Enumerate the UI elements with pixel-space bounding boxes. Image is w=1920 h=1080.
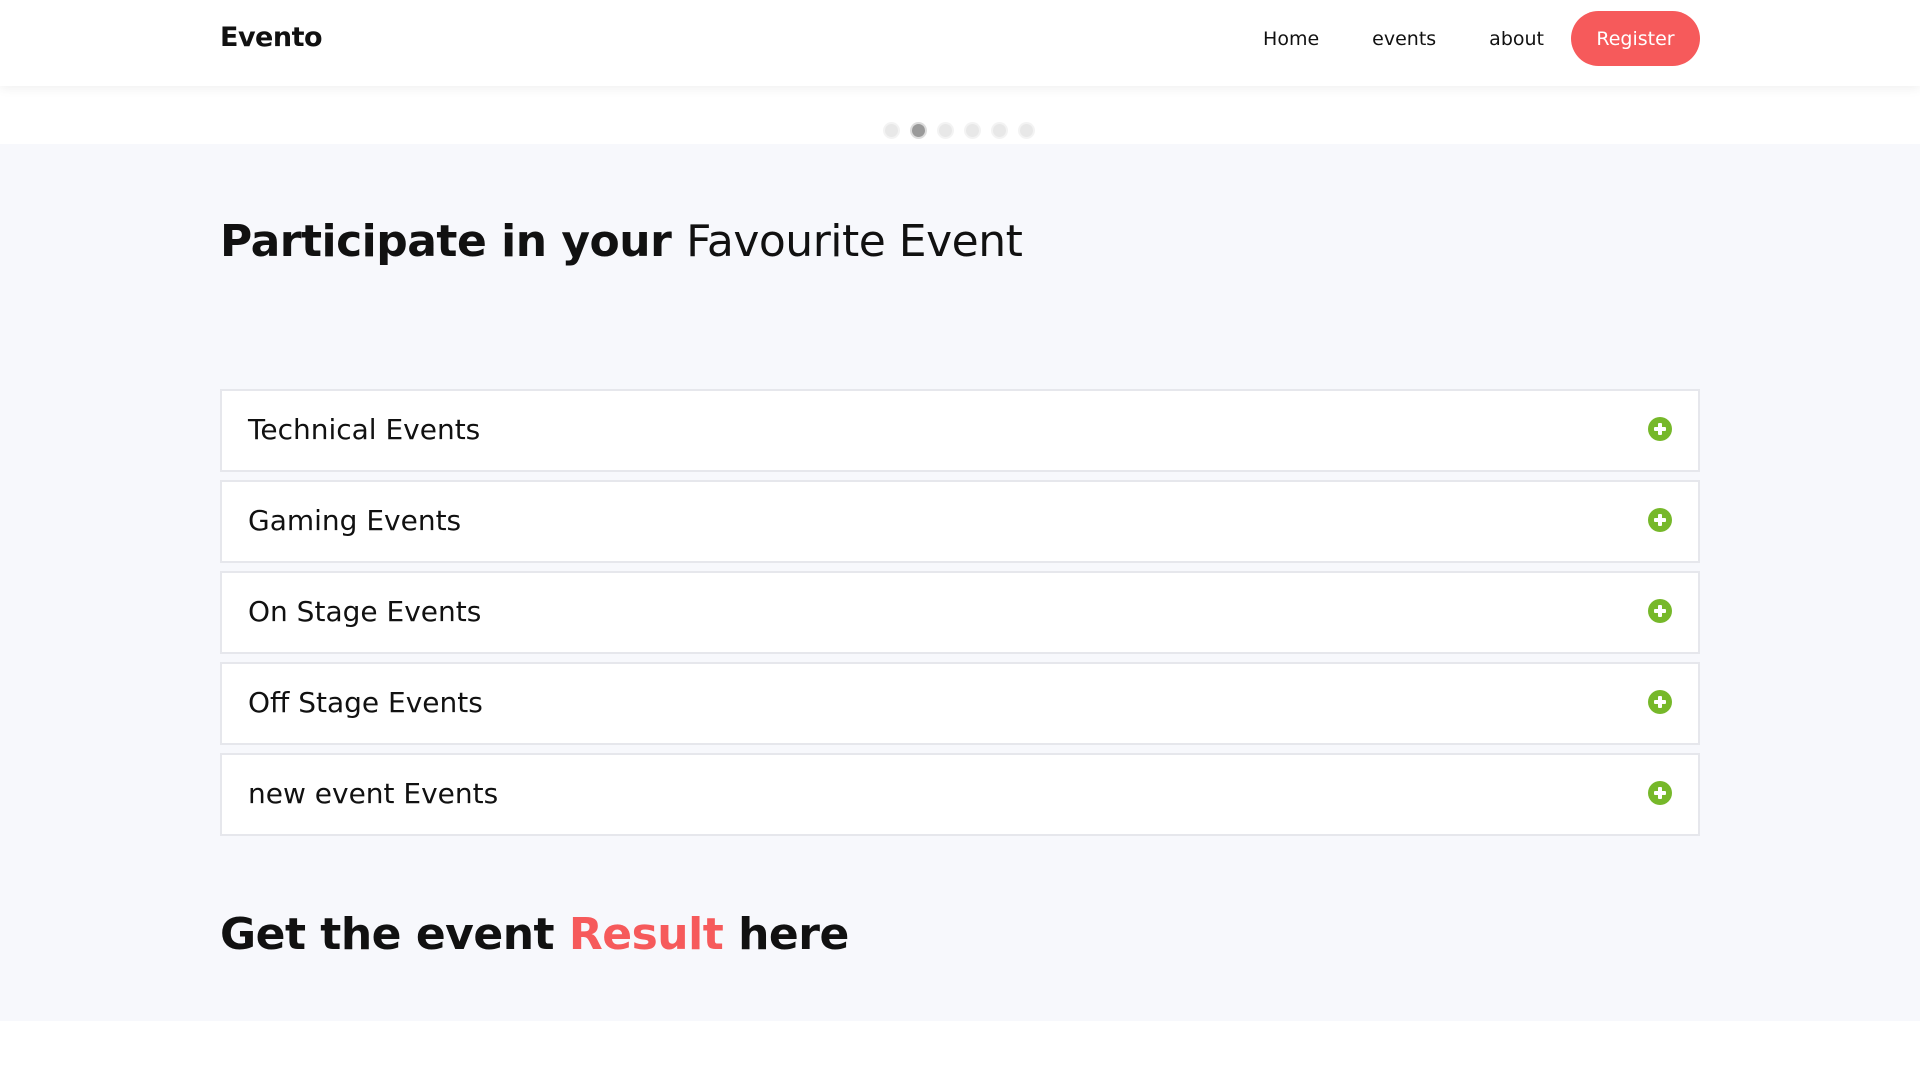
carousel-dot[interactable] (883, 122, 900, 139)
result-heading: Get the event Result here (220, 909, 849, 960)
accordion-item-gaming[interactable]: Gaming Events (220, 480, 1700, 563)
accordion-item-label: Off Stage Events (248, 686, 483, 719)
plus-circle-icon[interactable] (1648, 508, 1672, 532)
plus-circle-icon[interactable] (1648, 690, 1672, 714)
carousel-dot[interactable] (991, 122, 1008, 139)
nav-link-about[interactable]: about (1489, 28, 1544, 50)
heading-light-text: Favourite Event (686, 216, 1023, 267)
carousel-dots (883, 122, 1045, 139)
result-prefix: Get the event (220, 909, 555, 960)
accordion-item-technical[interactable]: Technical Events (220, 389, 1700, 472)
result-suffix: here (738, 909, 849, 960)
nav-link-events[interactable]: events (1372, 28, 1436, 50)
plus-circle-icon[interactable] (1648, 781, 1672, 805)
carousel-dot-active[interactable] (910, 122, 927, 139)
accordion-item-off-stage[interactable]: Off Stage Events (220, 662, 1700, 745)
carousel-dot[interactable] (1018, 122, 1035, 139)
register-button[interactable]: Register (1571, 11, 1700, 66)
nav-link-home[interactable]: Home (1263, 28, 1319, 50)
carousel-dot[interactable] (964, 122, 981, 139)
accordion-item-on-stage[interactable]: On Stage Events (220, 571, 1700, 654)
accordion-item-label: Technical Events (248, 413, 481, 446)
nav-links: Home events about Register (1263, 11, 1700, 66)
result-highlight: Result (568, 909, 724, 960)
section-heading: Participate in your Favourite Event (220, 216, 1023, 267)
events-accordion: Technical Events Gaming Events On Stage … (220, 389, 1700, 844)
accordion-item-label: On Stage Events (248, 595, 482, 628)
plus-circle-icon[interactable] (1648, 417, 1672, 441)
plus-circle-icon[interactable] (1648, 599, 1672, 623)
accordion-item-label: new event Events (248, 777, 499, 810)
navbar: Evento Home events about Register (0, 0, 1920, 86)
accordion-item-new-event[interactable]: new event Events (220, 753, 1700, 836)
heading-bold-text: Participate in your (220, 216, 672, 267)
footer-strip (0, 1021, 1920, 1080)
carousel-dot[interactable] (937, 122, 954, 139)
events-section: Participate in your Favourite Event Tech… (0, 144, 1920, 1021)
accordion-item-label: Gaming Events (248, 504, 462, 537)
carousel-strip (0, 86, 1920, 144)
brand-logo[interactable]: Evento (220, 22, 323, 53)
